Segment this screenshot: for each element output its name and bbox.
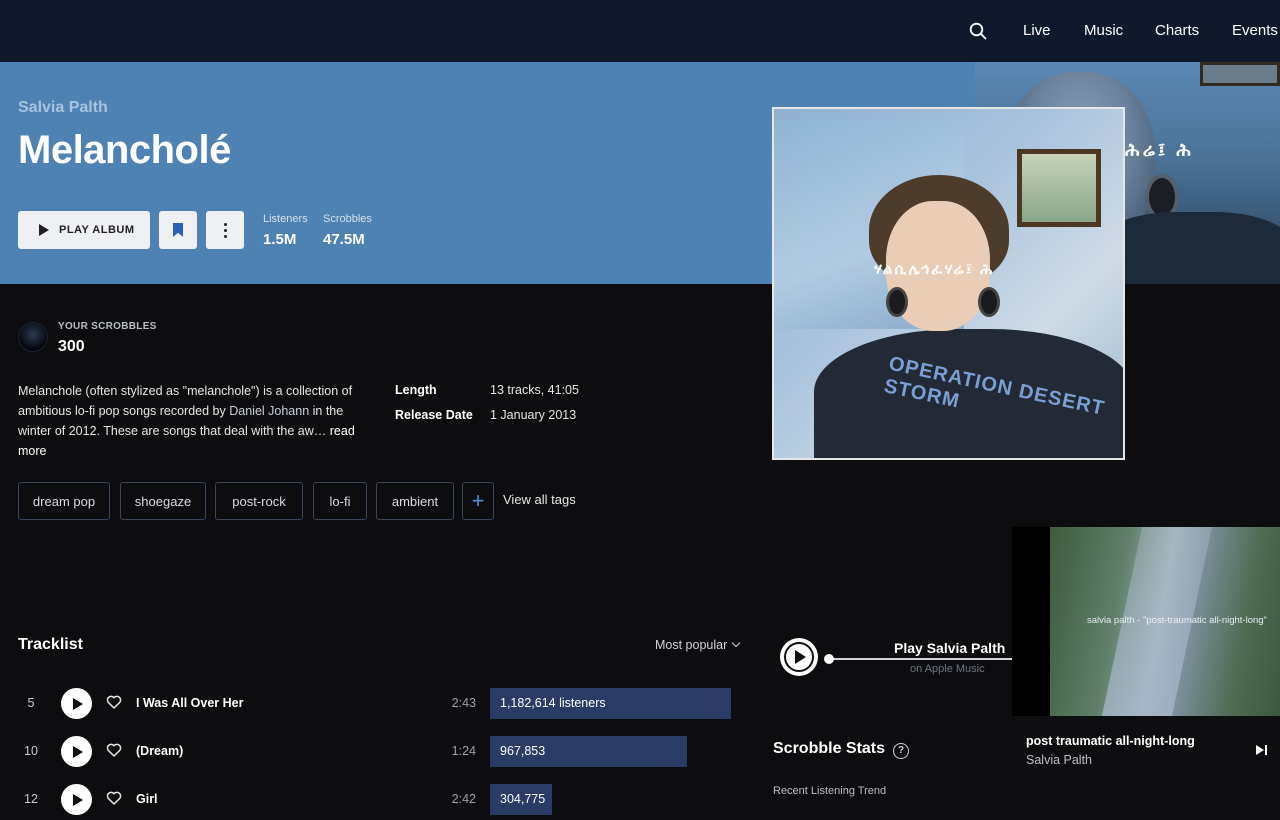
release-date-label: Release Date: [395, 408, 473, 422]
sort-value: Most popular: [655, 638, 728, 652]
track-listeners: 1,182,614 listeners: [500, 696, 606, 710]
tracklist-title: Tracklist: [18, 636, 83, 653]
listeners-value: 1.5M: [263, 231, 297, 248]
track-listeners-bar: 967,853: [490, 736, 687, 767]
scrobbles-label: Scrobbles: [323, 213, 372, 225]
play-album-button[interactable]: PLAY ALBUM: [18, 211, 150, 249]
nav-link-charts[interactable]: Charts: [1155, 22, 1199, 39]
scrobbles-value: 47.5M: [323, 231, 365, 248]
artist-name[interactable]: Salvia Palth: [18, 99, 108, 117]
add-tag-button[interactable]: +: [462, 482, 494, 520]
search-icon[interactable]: [969, 22, 987, 40]
more-vertical-icon: [223, 222, 227, 238]
cover-logo-text: ሃልሲሌኅፈሃሬ፤ ሕ: [874, 261, 995, 278]
track-row: 5 I Was All Over Her 2:43 1,182,614 list…: [0, 684, 760, 724]
avatar[interactable]: [18, 322, 48, 352]
heart-icon[interactable]: [106, 694, 122, 710]
track-row: 10 (Dream) 1:24 967,853: [0, 732, 760, 772]
tag-shoegaze[interactable]: shoegaze: [120, 482, 206, 520]
heart-icon[interactable]: [106, 790, 122, 806]
tag-lo-fi[interactable]: lo-fi: [313, 482, 367, 520]
video-player[interactable]: salvia palth - "post-traumatic all-night…: [1012, 527, 1280, 716]
track-duration: 2:43: [451, 696, 476, 710]
track-row: 12 Girl 2:42 304,775: [0, 780, 760, 820]
track-name[interactable]: Girl: [136, 792, 158, 806]
tag-dream-pop[interactable]: dream pop: [18, 482, 110, 520]
now-playing-artist[interactable]: Salvia Palth: [1026, 753, 1092, 767]
track-duration: 1:24: [451, 744, 476, 758]
track-play-button[interactable]: [61, 688, 92, 719]
scrobble-stats-title: Scrobble Stats: [773, 740, 886, 757]
track-duration: 2:42: [451, 792, 476, 806]
listeners-label: Listeners: [263, 213, 308, 225]
top-navigation: Live Music Charts Events: [0, 0, 1280, 62]
track-name[interactable]: (Dream): [136, 744, 183, 758]
nav-link-live[interactable]: Live: [1023, 22, 1051, 39]
track-listeners-bar: 1,182,614 listeners: [490, 688, 731, 719]
apple-music-progress-line: [828, 658, 1012, 660]
album-cover[interactable]: OPERATION DESERT STORM ሃልሲሌኅፈሃሬ፤ ሕ: [772, 107, 1125, 460]
skip-next-icon[interactable]: [1255, 744, 1269, 756]
play-icon: [73, 697, 83, 710]
track-listeners: 967,853: [500, 744, 546, 758]
album-title: Melancholé: [18, 128, 231, 172]
hero-picture-frame: [1200, 62, 1280, 86]
nav-link-music[interactable]: Music: [1084, 22, 1123, 39]
recent-listening-trend-label: Recent Listening Trend: [773, 785, 887, 797]
help-icon[interactable]: ?: [893, 743, 909, 759]
cover-earring-left: [886, 287, 908, 317]
cover-earring-right: [978, 287, 1000, 317]
bookmark-icon: [173, 223, 183, 237]
your-scrobbles-label: YOUR SCROBBLES: [58, 321, 157, 332]
album-description: Melanchole (often stylized as "melanchol…: [18, 381, 363, 461]
bookmark-button[interactable]: [159, 211, 197, 249]
cover-picture-frame: [1017, 149, 1101, 227]
track-number: 10: [24, 744, 38, 758]
heart-icon[interactable]: [106, 742, 122, 758]
hero-logo-text: ሕሬ፤ ሕ: [1125, 140, 1194, 160]
now-playing-panel: salvia palth - "post-traumatic all-night…: [1012, 527, 1280, 800]
track-number: 12: [24, 792, 38, 806]
apple-music-subtitle: on Apple Music: [910, 663, 985, 675]
apple-music-play-button[interactable]: [780, 638, 818, 676]
length-value: 13 tracks, 41:05: [490, 383, 579, 397]
tag-post-rock[interactable]: post-rock: [215, 482, 303, 520]
view-all-tags-link[interactable]: View all tags: [503, 492, 576, 507]
release-date-value: 1 January 2013: [490, 408, 577, 422]
play-circle-icon: [784, 642, 814, 672]
play-icon: [39, 224, 49, 236]
length-label: Length: [395, 383, 437, 397]
plus-icon: +: [471, 488, 485, 513]
track-play-button[interactable]: [61, 736, 92, 767]
chevron-down-icon: [732, 638, 741, 648]
track-name[interactable]: I Was All Over Her: [136, 696, 243, 710]
sort-dropdown[interactable]: Most popular: [655, 638, 741, 652]
nav-link-events[interactable]: Events: [1232, 22, 1278, 39]
apple-music-title[interactable]: Play Salvia Palth: [894, 640, 1005, 656]
now-playing-title[interactable]: post traumatic all-night-long: [1026, 734, 1195, 748]
your-scrobbles-value: 300: [58, 338, 85, 355]
more-options-button[interactable]: [206, 211, 244, 249]
apple-music-progress-dot: [824, 654, 834, 664]
play-album-label: PLAY ALBUM: [59, 224, 135, 236]
play-icon: [73, 745, 83, 758]
description-artist-link[interactable]: Daniel Johann: [229, 404, 309, 418]
track-listeners: 304,775: [500, 792, 546, 806]
tag-ambient[interactable]: ambient: [376, 482, 454, 520]
track-number: 5: [27, 696, 35, 710]
video-caption: salvia palth - "post-traumatic all-night…: [1087, 615, 1267, 626]
